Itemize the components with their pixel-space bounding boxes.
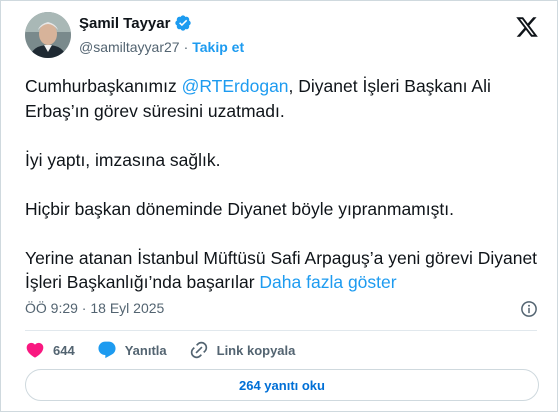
x-logo-icon[interactable] [515,15,539,39]
like-count: 644 [53,342,75,358]
tweet-paragraph-2: İyi yaptı, imzasına sağlık. [25,149,221,170]
tweet-paragraph-4: Yerine atanan İstanbul Müftüsü Safi Arpa… [25,246,545,295]
copy-link-label: Link kopyala [216,342,296,358]
avatar-image [25,12,71,58]
author-name-row: Şamil Tayyar [79,14,192,32]
copy-link-button[interactable]: Link kopyala [189,340,296,360]
follow-button[interactable]: Takip et [192,39,244,55]
show-more-link[interactable]: Daha fazla göster [259,272,396,292]
author-handle-row: @samiltayyar27 · Takip et [79,39,244,55]
avatar[interactable] [25,12,71,58]
read-replies-button[interactable]: 264 yanıtı oku [25,369,539,401]
reply-bubble-icon [98,341,116,359]
divider [25,330,537,331]
author-handle[interactable]: @samiltayyar27 [79,39,180,55]
link-icon [190,341,207,359]
reply-button[interactable]: Yanıtla [97,340,167,360]
tweet-text-prefix: Cumhurbaşkanımız [25,76,182,96]
heart-icon [26,342,44,358]
tweet-embed-card: Şamil Tayyar @samiltayyar27 · Takip et C… [0,0,558,412]
tweet-paragraph-1: Cumhurbaşkanımız @RTErdogan, Diyanet İşl… [25,74,545,123]
mention-link[interactable]: @RTErdogan [182,76,289,96]
separator-dot: · [183,39,189,55]
tweet-paragraph-3: Hiçbir başkan döneminde Diyanet böyle yı… [25,198,454,219]
action-bar: 644 Yanıtla Link kopyala [25,340,317,360]
verified-badge-icon [174,14,192,32]
tweet-body: Cumhurbaşkanımız @RTErdogan, Diyanet İşl… [25,74,545,295]
info-icon[interactable] [520,300,538,318]
tweet-timestamp[interactable]: ÖÖ 9:29 · 18 Eyl 2025 [25,300,164,316]
reply-label: Yanıtla [124,342,167,358]
author-name[interactable]: Şamil Tayyar [79,15,170,32]
like-button[interactable]: 644 [25,340,75,360]
